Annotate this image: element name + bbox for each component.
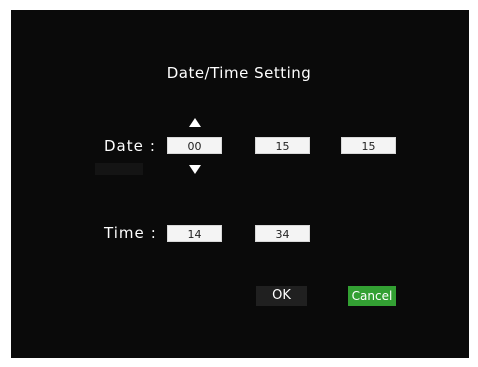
date-field-day[interactable]: 15 [341, 137, 396, 154]
ok-button[interactable]: OK [256, 286, 307, 306]
date-field-year[interactable]: 00 [167, 137, 222, 154]
time-label: Time: [104, 224, 157, 242]
date-label-separator: : [149, 137, 156, 155]
date-label: Date: [104, 137, 156, 155]
triangle-up-icon[interactable] [189, 118, 201, 127]
date-field-month[interactable]: 15 [255, 137, 310, 154]
dialog-panel [11, 10, 469, 358]
date-label-backdrop [95, 163, 143, 175]
time-field-minute[interactable]: 34 [255, 225, 310, 242]
time-field-hour[interactable]: 14 [167, 225, 222, 242]
cancel-button[interactable]: Cancel [348, 286, 396, 306]
dialog-title: Date/Time Setting [166, 64, 312, 82]
time-label-separator: : [150, 224, 157, 242]
time-label-text: Time [104, 224, 145, 242]
date-label-text: Date [104, 137, 144, 155]
triangle-down-icon[interactable] [189, 165, 201, 174]
